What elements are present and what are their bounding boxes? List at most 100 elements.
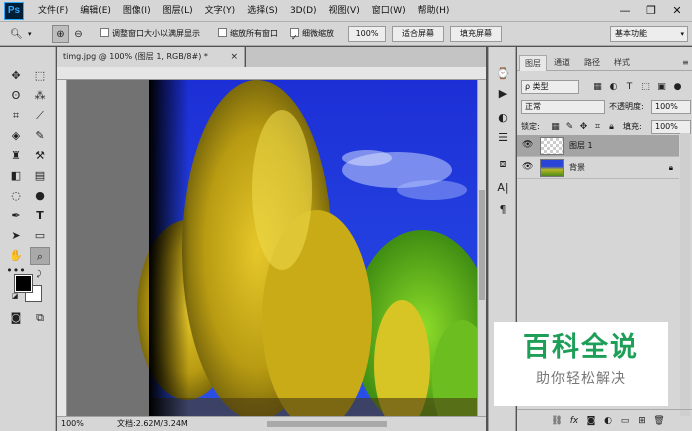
type-tool-icon[interactable]: T	[30, 207, 50, 225]
history-brush-icon[interactable]: ⚒	[30, 147, 50, 165]
menu-view[interactable]: 视图(V)	[323, 0, 366, 22]
vertical-scrollbar[interactable]	[477, 80, 486, 416]
type-filter-icon[interactable]: T	[623, 80, 636, 94]
zoom-tool-icon[interactable]: ⌕	[30, 247, 50, 265]
actions-panel-icon[interactable]: ▶	[494, 85, 512, 103]
minimize-button[interactable]: —	[612, 0, 638, 22]
visibility-eye-icon[interactable]: 👁︎	[522, 140, 533, 150]
layer-row-layer-1[interactable]: 👁︎ 图层 1	[517, 135, 679, 157]
marquee-tool-icon[interactable]: ⬚	[30, 67, 50, 85]
menu-image[interactable]: 图像(I)	[117, 0, 157, 22]
brush-tool-icon[interactable]: ✎	[30, 127, 50, 145]
history-panel-icon[interactable]: ⌚	[494, 65, 512, 83]
lock-all-icon[interactable]: 🔒︎	[605, 120, 618, 134]
screen-mode-icon[interactable]: ⧉	[30, 309, 50, 327]
zoom-all-checkbox[interactable]	[218, 28, 227, 37]
tab-channels[interactable]: 通道	[549, 55, 575, 71]
zoom-level[interactable]: 100%	[61, 417, 84, 431]
crop-tool-icon[interactable]: ⌗	[6, 107, 26, 125]
filter-toggle-icon[interactable]: ●	[671, 80, 684, 94]
character-panel-icon[interactable]: A|	[494, 179, 512, 197]
fill-field[interactable]: 100%	[651, 120, 691, 134]
scrubby-zoom-checkbox[interactable]	[290, 26, 299, 50]
close-button[interactable]: ✕	[664, 0, 690, 22]
path-select-icon[interactable]: ➤	[6, 227, 26, 245]
adjustment-filter-icon[interactable]: ◐	[607, 80, 620, 94]
zoom-tool-preset-icon[interactable]: 🔍︎	[8, 25, 25, 43]
menu-layer[interactable]: 图层(L)	[157, 0, 199, 22]
zoom-100-button[interactable]: 100%	[348, 26, 386, 42]
gradient-tool-icon[interactable]: ▤	[30, 167, 50, 185]
pixel-filter-icon[interactable]: ▦	[591, 80, 604, 94]
restore-button[interactable]: ❐	[638, 0, 664, 22]
layer-kind-select[interactable]: ρ 类型	[521, 80, 579, 94]
watermark: 百科全说 助你轻松解决	[494, 322, 668, 406]
zoom-out-icon[interactable]: ⊖	[70, 25, 87, 43]
opacity-field[interactable]: 100%	[651, 100, 691, 114]
shape-tool-icon[interactable]: ▭	[30, 227, 50, 245]
lock-position-icon[interactable]: ✥	[577, 120, 590, 134]
move-tool-icon[interactable]: ✥	[6, 67, 26, 85]
hand-tool-icon[interactable]: ✋	[6, 247, 26, 265]
menu-3d[interactable]: 3D(D)	[284, 0, 323, 22]
zoom-in-icon[interactable]: ⊕	[52, 25, 69, 43]
document-info[interactable]: 文档:2.62M/3.24M	[117, 417, 188, 431]
default-colors-icon[interactable]: ◪	[10, 291, 20, 301]
scrubby-zoom-option[interactable]: 细微缩放	[290, 22, 334, 50]
preset-dropdown-icon[interactable]: ▾	[28, 22, 32, 46]
lock-artboard-icon[interactable]: ⌗	[591, 120, 604, 134]
mask-icon[interactable]: ◙	[584, 414, 598, 428]
fx-icon[interactable]: fx	[567, 414, 581, 428]
zoom-all-option[interactable]: 缩放所有窗口	[218, 22, 278, 46]
foreground-color-swatch[interactable]	[14, 274, 33, 293]
visibility-eye-icon[interactable]: 👁︎	[522, 162, 533, 172]
lock-pixels-icon[interactable]: ✎	[563, 120, 576, 134]
blend-mode-select[interactable]: 正常	[521, 100, 605, 114]
menu-window[interactable]: 窗口(W)	[366, 0, 412, 22]
layer-row-background[interactable]: 👁︎ 背景 🔒︎	[517, 157, 679, 179]
resize-windows-option[interactable]: 调整窗口大小以满屏显示	[100, 22, 200, 46]
new-layer-icon[interactable]: ⊞	[635, 414, 649, 428]
quick-mask-icon[interactable]: ◙	[6, 309, 26, 327]
shape-filter-icon[interactable]: ⬚	[639, 80, 652, 94]
resize-windows-checkbox[interactable]	[100, 28, 109, 37]
libraries-panel-icon[interactable]: ⧈	[494, 155, 512, 173]
paragraph-panel-icon[interactable]: ¶	[494, 201, 512, 219]
fill-screen-button[interactable]: 填充屏幕	[450, 26, 502, 42]
eraser-icon[interactable]: ◧	[6, 167, 26, 185]
tab-styles[interactable]: 样式	[609, 55, 635, 71]
smart-object-filter-icon[interactable]: ▣	[655, 80, 668, 94]
swap-colors-icon[interactable]: ⤸	[34, 269, 44, 279]
properties-panel-icon[interactable]: ☰	[494, 129, 512, 147]
layers-scrollbar[interactable]	[680, 133, 690, 416]
tab-layers[interactable]: 图层	[519, 55, 547, 71]
menu-edit[interactable]: 编辑(E)	[74, 0, 117, 22]
link-icon[interactable]: ⛓	[550, 414, 564, 428]
workspace-select[interactable]: 基本功能 ▾	[610, 26, 688, 42]
tab-paths[interactable]: 路径	[579, 55, 605, 71]
folder-icon[interactable]: ▭	[618, 414, 632, 428]
pen-tool-icon[interactable]: ✒	[6, 207, 26, 225]
eyedropper-icon[interactable]: ⟋	[30, 107, 50, 125]
adjustment-icon[interactable]: ◐	[601, 414, 615, 428]
clone-stamp-icon[interactable]: ♜	[6, 147, 26, 165]
document-tab[interactable]: timg.jpg @ 100% (图层 1, RGB/8#) * ×	[57, 47, 245, 67]
trash-icon[interactable]: 🗑︎	[652, 414, 666, 428]
fit-screen-button[interactable]: 适合屏幕	[392, 26, 444, 42]
dodge-tool-icon[interactable]: ●	[30, 187, 50, 205]
horizontal-scrollbar-thumb[interactable]	[267, 421, 387, 427]
canvas-area[interactable]	[67, 80, 492, 431]
lock-transparent-icon[interactable]: ▦	[549, 120, 562, 134]
adjustments-panel-icon[interactable]: ◐	[494, 109, 512, 127]
close-tab-icon[interactable]: ×	[230, 47, 238, 67]
lasso-tool-icon[interactable]: ʘ	[6, 87, 26, 105]
menu-help[interactable]: 帮助(H)	[412, 0, 456, 22]
menu-select[interactable]: 选择(S)	[241, 0, 284, 22]
scrollbar-thumb[interactable]	[479, 190, 485, 300]
menu-type[interactable]: 文字(Y)	[199, 0, 242, 22]
magic-wand-icon[interactable]: ⁂	[30, 87, 50, 105]
panel-menu-icon[interactable]: ≡	[677, 55, 692, 71]
menu-file[interactable]: 文件(F)	[32, 0, 74, 22]
blur-tool-icon[interactable]: ◌	[6, 187, 26, 205]
healing-brush-icon[interactable]: ◈	[6, 127, 26, 145]
